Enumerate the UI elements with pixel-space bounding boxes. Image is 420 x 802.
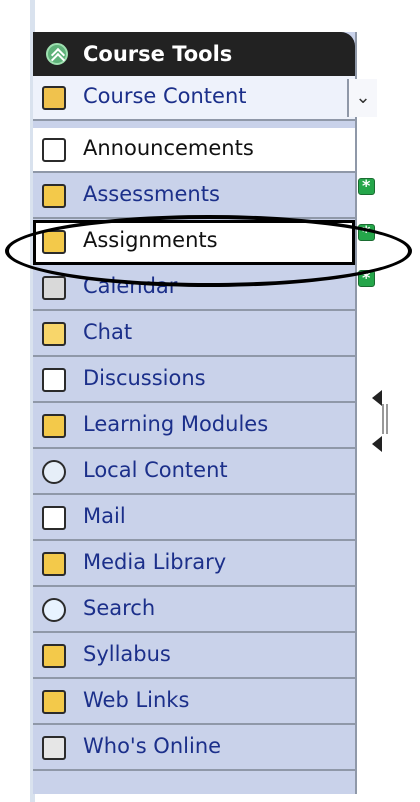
assignments-focus-box bbox=[33, 220, 355, 265]
nav-item-announcements[interactable]: Announcements bbox=[33, 128, 355, 173]
globe-link-icon bbox=[42, 690, 66, 714]
syllabus-icon bbox=[42, 644, 66, 668]
monitor-icon bbox=[42, 736, 66, 760]
cd-icon bbox=[42, 460, 66, 484]
pushpin-icon bbox=[42, 368, 66, 392]
new-badge-icon bbox=[358, 176, 375, 195]
nav-item-media-library[interactable]: Media Library bbox=[33, 542, 355, 587]
calendar-icon bbox=[42, 276, 66, 300]
modules-icon bbox=[42, 414, 66, 438]
nav-item-mail[interactable]: Mail bbox=[33, 496, 355, 541]
nav-label[interactable]: Mail bbox=[83, 504, 126, 528]
nav-item-local-content[interactable]: Local Content bbox=[33, 450, 355, 495]
mail-icon bbox=[42, 506, 66, 530]
handle-bar[interactable] bbox=[386, 404, 388, 434]
nav-label[interactable]: Calendar bbox=[83, 274, 177, 298]
nav-label[interactable]: Syllabus bbox=[83, 642, 171, 666]
quiz-icon bbox=[42, 184, 66, 208]
handle-bar[interactable] bbox=[382, 404, 384, 434]
nav-item-whos-online[interactable]: Who's Online bbox=[33, 726, 355, 771]
panel-title: Course Tools bbox=[83, 42, 233, 66]
nav-item-course-content[interactable]: Course Content ⌄ bbox=[33, 76, 377, 121]
nav-item-learning-modules[interactable]: Learning Modules bbox=[33, 404, 355, 449]
new-badge-icon bbox=[358, 268, 375, 287]
nav-label[interactable]: Who's Online bbox=[83, 734, 221, 758]
nav-item-calendar[interactable]: Calendar bbox=[33, 266, 375, 311]
nav-item-discussions[interactable]: Discussions bbox=[33, 358, 355, 403]
chevron-down-icon[interactable]: ⌄ bbox=[347, 79, 377, 117]
collapse-left-icon[interactable] bbox=[372, 436, 382, 452]
nav-label[interactable]: Chat bbox=[83, 320, 132, 344]
nav-label[interactable]: Learning Modules bbox=[83, 412, 268, 436]
nav-label[interactable]: Search bbox=[83, 596, 155, 620]
nav-label[interactable]: Assessments bbox=[83, 182, 220, 206]
nav-item-assessments[interactable]: Assessments bbox=[33, 174, 375, 219]
collapse-left-icon[interactable] bbox=[372, 390, 382, 406]
nav-item-search[interactable]: Search bbox=[33, 588, 355, 633]
new-badge-icon bbox=[358, 222, 375, 241]
nav-label[interactable]: Local Content bbox=[83, 458, 228, 482]
home-icon bbox=[42, 86, 66, 110]
nav-item-chat[interactable]: Chat bbox=[33, 312, 355, 357]
magnifier-icon bbox=[42, 598, 66, 622]
nav-label[interactable]: Web Links bbox=[83, 688, 189, 712]
nav-label[interactable]: Discussions bbox=[83, 366, 206, 390]
collapse-up-icon[interactable] bbox=[46, 43, 68, 65]
megaphone-icon bbox=[42, 138, 66, 162]
nav-label[interactable]: Media Library bbox=[83, 550, 226, 574]
panel-resize-handle[interactable] bbox=[372, 390, 388, 460]
nav-label[interactable]: Announcements bbox=[83, 136, 254, 160]
nav-item-syllabus[interactable]: Syllabus bbox=[33, 634, 355, 679]
chat-bubble-icon bbox=[42, 322, 66, 346]
nav-label[interactable]: Course Content bbox=[83, 84, 247, 108]
nav-item-web-links[interactable]: Web Links bbox=[33, 680, 355, 725]
media-icon bbox=[42, 552, 66, 576]
course-tools-header[interactable]: Course Tools bbox=[33, 32, 355, 76]
